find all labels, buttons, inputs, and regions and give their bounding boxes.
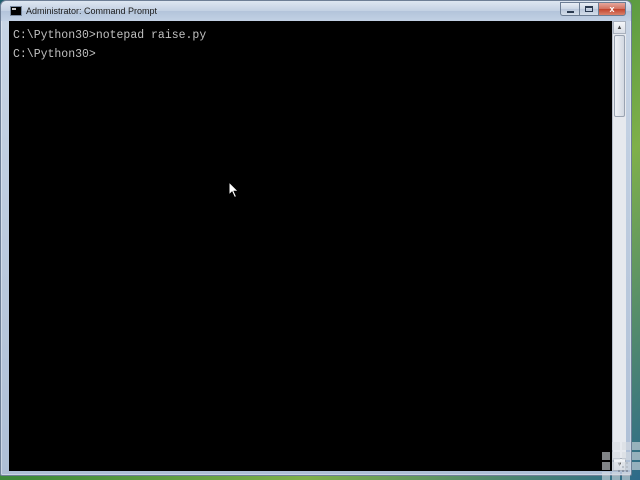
vertical-scrollbar[interactable]: ▲ ▼ [612, 21, 626, 471]
close-icon: x [609, 3, 615, 14]
scroll-thumb[interactable] [614, 35, 625, 117]
chevron-up-icon: ▲ [616, 24, 623, 31]
console-line: C:\Python30>notepad raise.py [13, 29, 207, 42]
scroll-up-button[interactable]: ▲ [613, 21, 626, 34]
mouse-cursor-icon [228, 181, 240, 199]
title-bar[interactable]: Administrator: Command Prompt x [1, 1, 631, 21]
command-prompt-window[interactable]: Administrator: Command Prompt x C:\Pytho… [0, 0, 632, 476]
maximize-icon [585, 6, 593, 12]
maximize-button[interactable] [579, 2, 598, 16]
console-prompt-line: C:\Python30> [13, 48, 96, 61]
close-button[interactable]: x [598, 2, 626, 16]
caption-buttons: x [560, 2, 626, 16]
window-title: Administrator: Command Prompt [26, 6, 158, 16]
console-icon[interactable] [10, 6, 22, 16]
logo-watermark-icon [600, 440, 640, 480]
minimize-button[interactable] [560, 2, 579, 16]
minimize-icon [566, 10, 574, 13]
console-output[interactable]: C:\Python30>notepad raise.py C:\Python30… [9, 21, 612, 471]
